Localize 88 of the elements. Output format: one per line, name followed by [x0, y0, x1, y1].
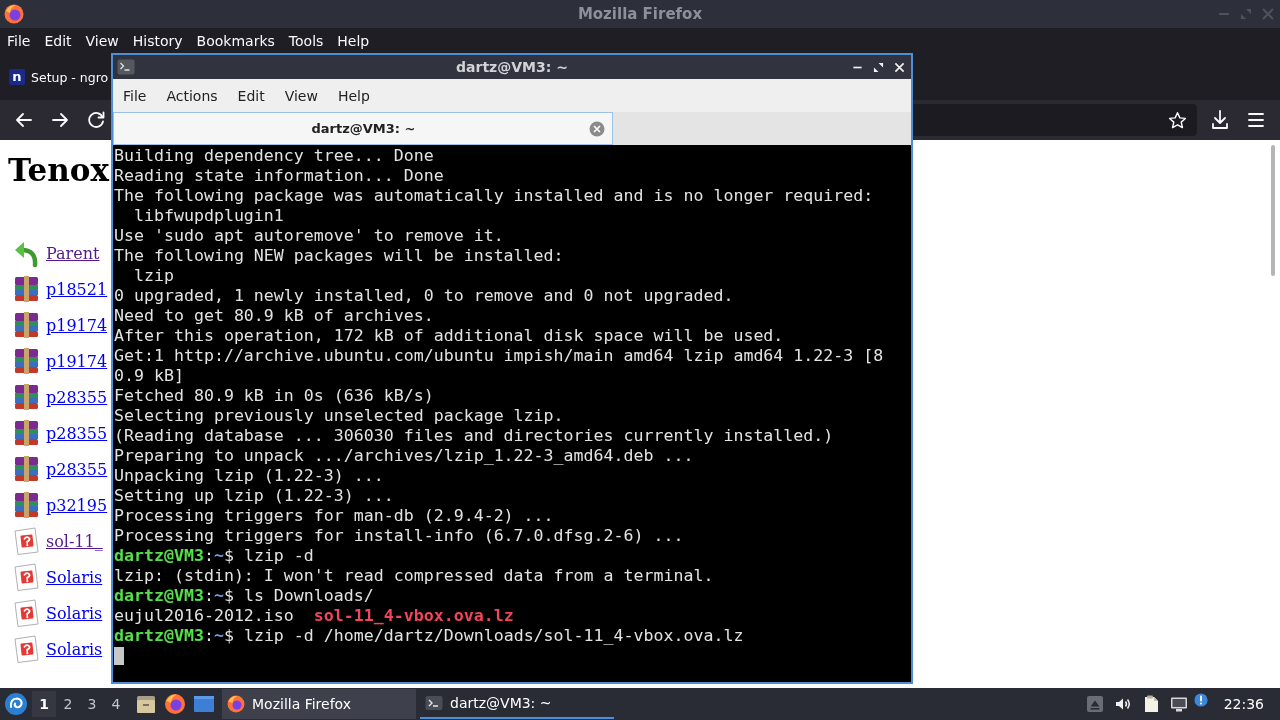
terminal-line: libfwupdplugin1 [132, 206, 285, 226]
archive-icon [13, 454, 40, 484]
terminal-line: dartz@VM3:~$ lzip -d /home/dartz/Downloads/sol-11_4-vbox.ova.lz [114, 626, 745, 646]
workspace-button[interactable]: 3 [80, 691, 104, 717]
file-link[interactable]: Solaris [46, 603, 103, 623]
start-menu-icon[interactable] [4, 692, 28, 716]
terminal-line: Setting up lzip (1.22-3) ... [114, 486, 395, 506]
menu-item[interactable]: File [113, 83, 157, 108]
archive-icon [13, 418, 40, 448]
menu-item[interactable]: Edit [227, 83, 275, 108]
clock: 22:36 [1223, 696, 1264, 712]
browser-tab[interactable]: n Setup - ngro [0, 54, 109, 100]
workspace-button[interactable]: 4 [104, 691, 128, 717]
terminal-line: Reading state information... Done [114, 166, 445, 186]
maximize-icon[interactable] [873, 61, 884, 73]
file-link[interactable]: Parent [46, 243, 100, 263]
terminal-line: dartz@VM3:~$ ls Downloads/ [114, 586, 375, 606]
address-field[interactable] [911, 104, 1197, 136]
site-favicon: n [9, 69, 25, 85]
file-link[interactable]: p28355 [46, 387, 108, 407]
terminal-line: (Reading database ... 306030 files and directories currently installed.) [114, 426, 835, 446]
drawer-icon[interactable] [135, 693, 157, 715]
workspace-button[interactable]: 2 [56, 691, 80, 717]
terminal-line: Selecting previously unselected package lzip. [114, 406, 565, 426]
window-title: dartz@VM3: ~ [456, 59, 568, 75]
terminal-line: Unpacking lzip (1.22-3) ... [114, 466, 385, 486]
terminal-tab[interactable]: dartz@VM3: ~ [113, 112, 613, 145]
window-icon[interactable] [193, 693, 215, 715]
alert-icon[interactable] [1193, 693, 1208, 707]
menu-item[interactable]: Help [327, 83, 380, 108]
terminal-line: The following NEW packages will be installed: [114, 246, 565, 266]
file-link[interactable]: sol-11_ [46, 531, 103, 551]
menu-item[interactable]: Tools [281, 31, 331, 51]
terminal-line: dartz@VM3:~$ lzip -d [114, 546, 315, 566]
file-link[interactable]: p19174 [46, 315, 108, 335]
terminal-line: Preparing to unpack .../archives/lzip_1.22-3_amd64.deb ... [114, 446, 695, 466]
terminal-line: 0.9 kB] [114, 366, 185, 386]
terminal-line: lzip: (stdin): I won't read compressed data from a terminal. [114, 566, 715, 586]
monitor-icon[interactable] [1169, 695, 1188, 713]
unknown-file-icon [13, 598, 40, 628]
file-link[interactable]: p18521 [46, 279, 108, 299]
terminal-icon [425, 694, 443, 712]
firefox-icon [227, 695, 245, 713]
menu-item[interactable]: View [274, 83, 328, 108]
bookmark-star-icon[interactable] [1168, 110, 1187, 130]
file-link[interactable]: p28355 [46, 423, 108, 443]
terminal-line: eujul2016-2012.iso sol-11_4-vbox.ova.lz [114, 606, 515, 626]
taskbar-window-button[interactable]: dartz@VM3: ~ [420, 689, 614, 719]
archive-icon [13, 310, 40, 340]
terminal-line: 0 upgraded, 1 newly installed, 0 to remove and 0 not upgraded. [114, 286, 735, 306]
terminal-line: Processing triggers for install-info (6.7.0.dfsg.2-6) ... [114, 526, 685, 546]
taskbar-window-button[interactable]: Mozilla Firefox [222, 689, 416, 719]
file-link[interactable]: p32195 [46, 495, 108, 515]
terminal-line: Fetched 80.9 kB in 0s (636 kB/s) [114, 386, 435, 406]
file-link[interactable]: p19174 [46, 351, 108, 371]
file-link[interactable]: Solaris [46, 567, 103, 587]
eject-icon[interactable] [1085, 695, 1104, 713]
scrollbar-thumb[interactable] [1271, 145, 1275, 276]
file-link[interactable]: p28355 [46, 459, 108, 479]
firefox-logo-icon [4, 4, 24, 24]
terminal-icon [117, 59, 135, 75]
menu-item[interactable]: Bookmarks [189, 31, 282, 51]
terminal-line: Need to get 80.9 kB of archives. [114, 306, 435, 326]
terminal-line: Get:1 http://archive.ubuntu.com/ubuntu impish/main amd64 lzip amd64 1.22-3 [8 [114, 346, 885, 366]
terminal-line: Use 'sudo apt autoremove' to remove it. [114, 226, 505, 246]
firefox-icon[interactable] [164, 693, 186, 715]
menu-item[interactable]: File [0, 31, 38, 51]
archive-icon [13, 382, 40, 412]
archive-icon [13, 490, 40, 520]
archive-icon [13, 274, 40, 304]
unknown-file-icon [13, 526, 40, 556]
window-title: Mozilla Firefox [577, 5, 703, 23]
page-heading: Tenox [8, 152, 109, 188]
menu-item[interactable]: View [78, 31, 126, 51]
terminal-line: lzip [132, 266, 175, 286]
unknown-file-icon [13, 634, 40, 664]
workspace-button[interactable]: 1 [32, 691, 56, 717]
menu-item[interactable]: Help [330, 31, 377, 51]
terminal-line: Building dependency tree... Done [114, 146, 435, 166]
terminal-line: Processing triggers for man-db (2.9.4-2) ... [114, 506, 555, 526]
archive-icon [13, 346, 40, 376]
unknown-file-icon [13, 562, 40, 592]
menu-item[interactable]: Actions [156, 83, 228, 108]
file-link[interactable]: Solaris [46, 639, 103, 659]
terminal-line: After this operation, 172 kB of additional disk space will be used. [114, 326, 785, 346]
terminal-line: The following package was automatically installed and is no longer required: [114, 186, 875, 206]
menu-item[interactable]: Edit [37, 31, 79, 51]
menu-item[interactable]: History [125, 31, 190, 51]
